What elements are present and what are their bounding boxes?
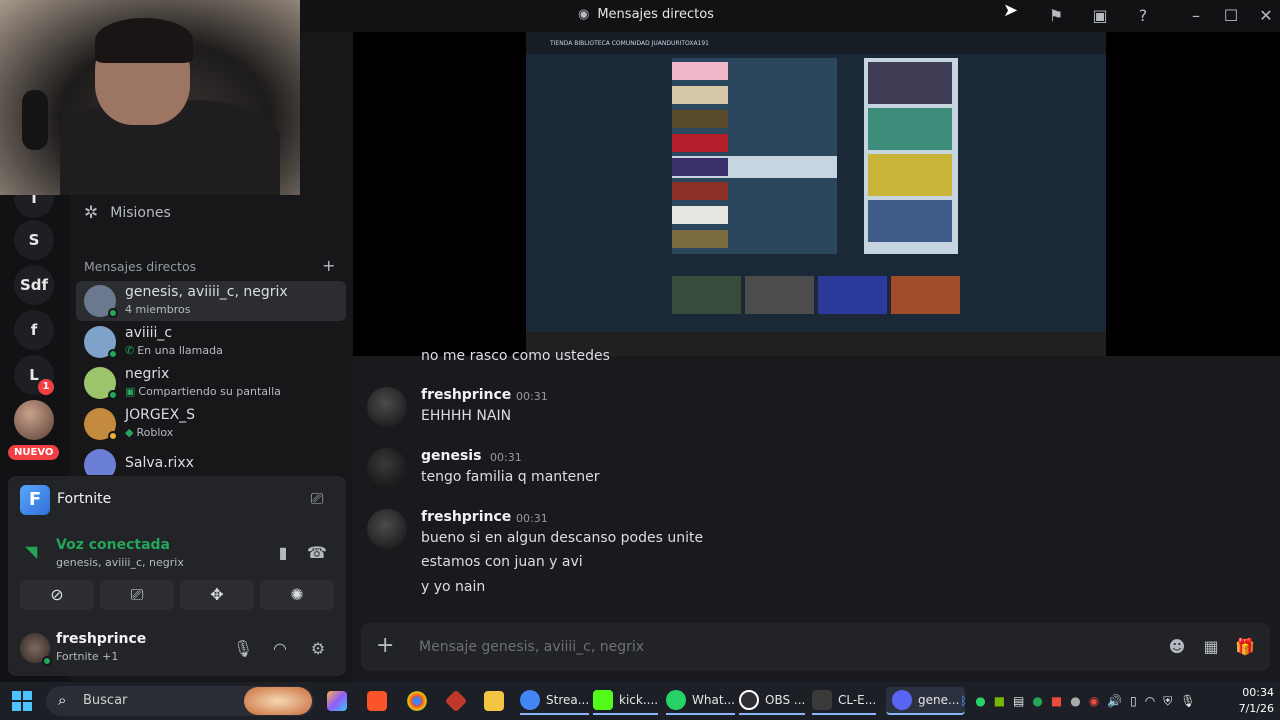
misiones-item[interactable]: ✲ Misiones bbox=[84, 203, 171, 223]
help-icon[interactable]: ? bbox=[1133, 6, 1153, 26]
message-input[interactable] bbox=[419, 635, 1139, 659]
status-dot bbox=[42, 656, 52, 666]
screen-share-button[interactable]: ⎚ bbox=[100, 580, 174, 610]
screen-share-icon: ▣ bbox=[125, 385, 136, 398]
volume-icon[interactable]: 🔊 bbox=[1107, 694, 1122, 708]
gear-icon: ✲ bbox=[84, 203, 99, 223]
shield-icon[interactable]: ⛨ bbox=[1163, 694, 1172, 709]
taskbar-app-obs[interactable]: OBS ... bbox=[739, 687, 806, 715]
taskbar-app-kick[interactable]: kick.... bbox=[593, 687, 659, 715]
window-title: ◉ Mensajes directos bbox=[578, 7, 714, 22]
message-line-cut: no me rasco como ustedes bbox=[421, 348, 610, 360]
dm-item-jorgex[interactable]: JORGEX_S ◆ Roblox bbox=[76, 404, 346, 444]
nvidia-icon[interactable]: ■ bbox=[994, 694, 1005, 708]
avatar[interactable] bbox=[367, 509, 407, 549]
status-dot bbox=[108, 308, 118, 318]
steam-shelf bbox=[672, 276, 960, 314]
tray-icon[interactable]: ▤ bbox=[1013, 694, 1024, 708]
taskbar-app-chrome-stream[interactable]: Strea... bbox=[520, 687, 590, 715]
camera-off-button[interactable]: ⊘ bbox=[20, 580, 94, 610]
server-sdf[interactable]: Sdf bbox=[14, 265, 54, 305]
soundboard-button[interactable]: ✺ bbox=[260, 580, 334, 610]
bluetooth-icon[interactable]: ᛒ bbox=[960, 694, 967, 708]
stream-taskbar bbox=[526, 332, 1106, 356]
file-explorer-app[interactable] bbox=[484, 687, 504, 715]
server-s[interactable]: S bbox=[14, 220, 54, 260]
close-icon[interactable]: ✕ bbox=[1256, 6, 1276, 26]
activities-button[interactable]: ✥ bbox=[180, 580, 254, 610]
avatar[interactable] bbox=[367, 387, 407, 427]
add-dm-icon[interactable]: + bbox=[322, 256, 335, 275]
stream-viewport[interactable]: TIENDA BIBLIOTECA COMUNIDAD JUANDURITOXA… bbox=[353, 32, 1280, 356]
tray-icon[interactable]: ■ bbox=[1051, 694, 1062, 708]
dm-item-salva[interactable]: Salva.rixx bbox=[76, 445, 346, 475]
phone-icon: ✆ bbox=[125, 344, 135, 357]
stream-game-icon[interactable]: ⎚ bbox=[306, 488, 328, 510]
wifi-icon[interactable]: ◠ bbox=[1145, 694, 1155, 708]
tray-icon[interactable]: ● bbox=[1032, 694, 1042, 708]
battery-icon[interactable]: ▯ bbox=[1130, 694, 1137, 708]
chrome-app[interactable] bbox=[407, 687, 427, 715]
windows-start-icon[interactable] bbox=[12, 691, 32, 711]
dm-item-group[interactable]: genesis, aviiii_c, negrix 4 miembros bbox=[76, 281, 346, 321]
dm-section-header: Mensajes directos bbox=[84, 259, 197, 274]
steam-game-list bbox=[672, 58, 837, 254]
disconnect-icon[interactable]: ☎ bbox=[306, 542, 328, 564]
system-tray: ᛒ ● ■ ▤ ● ■ ● ◉ 🔊 ▯ ◠ ⛨ 🎙 bbox=[960, 682, 1220, 720]
discord-icon: ◉ bbox=[578, 7, 590, 22]
maximize-icon[interactable]: ☐ bbox=[1221, 6, 1241, 26]
taskbar-app-whatsapp[interactable]: What... bbox=[666, 687, 735, 715]
search-icon: ⌕ bbox=[58, 691, 67, 709]
voice-panel: ◥ Voz conectada genesis, aviiii_c, negri… bbox=[8, 524, 346, 624]
search-highlight-image bbox=[244, 687, 312, 715]
activity-panel[interactable]: F Fortnite ⎚ bbox=[8, 476, 346, 524]
status-dot bbox=[108, 390, 118, 400]
fortnite-logo: F bbox=[20, 485, 50, 515]
taskbar-search[interactable]: ⌕ Buscar bbox=[46, 686, 314, 716]
clock[interactable]: 00:34 7/1/26 bbox=[1228, 685, 1274, 717]
whatsapp-tray-icon[interactable]: ● bbox=[975, 694, 985, 708]
windows-taskbar: ⌕ Buscar Strea... kick.... What... OBS .… bbox=[0, 682, 1280, 720]
noise-suppression-icon[interactable]: ▮ bbox=[272, 542, 294, 564]
dm-item-aviiii[interactable]: aviiii_c ✆ En una llamada bbox=[76, 322, 346, 362]
headphones-icon[interactable]: ◠ bbox=[269, 638, 291, 660]
signal-icon: ◥ bbox=[25, 542, 38, 561]
gif-icon[interactable]: ▦ bbox=[1200, 636, 1222, 658]
status-dot bbox=[108, 349, 118, 359]
mouse-cursor-icon: ➤ bbox=[1003, 0, 1019, 21]
server-avatar[interactable] bbox=[14, 400, 54, 440]
sticker-icon[interactable]: ☻ bbox=[1166, 636, 1188, 658]
inbox-icon[interactable]: ▣ bbox=[1090, 6, 1110, 26]
taskbar-app-discord[interactable]: gene... bbox=[886, 687, 966, 715]
dm-item-negrix[interactable]: negrix ▣ Compartiendo su pantalla bbox=[76, 363, 346, 403]
message-composer: + ☻ ▦ 🎁 bbox=[361, 623, 1270, 671]
shared-screen: TIENDA BIBLIOTECA COMUNIDAD JUANDURITOXA… bbox=[526, 32, 1106, 356]
gift-icon[interactable]: 🎁 bbox=[1234, 636, 1256, 658]
settings-gear-icon[interactable]: ⚙ bbox=[307, 638, 329, 660]
server-f[interactable]: f bbox=[14, 310, 54, 350]
avatar[interactable] bbox=[367, 448, 407, 488]
gamepad-icon: ◆ bbox=[125, 426, 134, 439]
copilot-app[interactable] bbox=[327, 687, 347, 715]
avatar bbox=[84, 449, 116, 475]
status-dot bbox=[108, 431, 118, 441]
nuevo-badge: NUEVO bbox=[8, 445, 60, 460]
tray-icon[interactable]: ● bbox=[1070, 694, 1080, 708]
inbox-flag-icon[interactable]: ⚑ bbox=[1046, 6, 1066, 26]
taskbar-app-cl[interactable]: CL-E... bbox=[812, 687, 877, 715]
steam-featured-panel bbox=[864, 58, 958, 254]
tray-icon[interactable]: ◉ bbox=[1089, 694, 1099, 708]
microphone-icon[interactable]: 🎙 bbox=[232, 638, 254, 660]
server-l-badge: 1 bbox=[38, 379, 54, 395]
webcam-overlay bbox=[0, 0, 300, 195]
mic-tray-icon[interactable]: 🎙 bbox=[1180, 694, 1195, 708]
user-panel: freshprince Fortnite +1 🎙 ◠ ⚙ bbox=[8, 624, 346, 676]
attach-plus-icon[interactable]: + bbox=[376, 635, 394, 657]
minimize-icon[interactable]: – bbox=[1186, 6, 1206, 26]
steam-nav: TIENDA BIBLIOTECA COMUNIDAD JUANDURITOXA… bbox=[526, 32, 1106, 54]
app-red[interactable] bbox=[444, 687, 468, 715]
brave-app[interactable] bbox=[367, 687, 387, 715]
